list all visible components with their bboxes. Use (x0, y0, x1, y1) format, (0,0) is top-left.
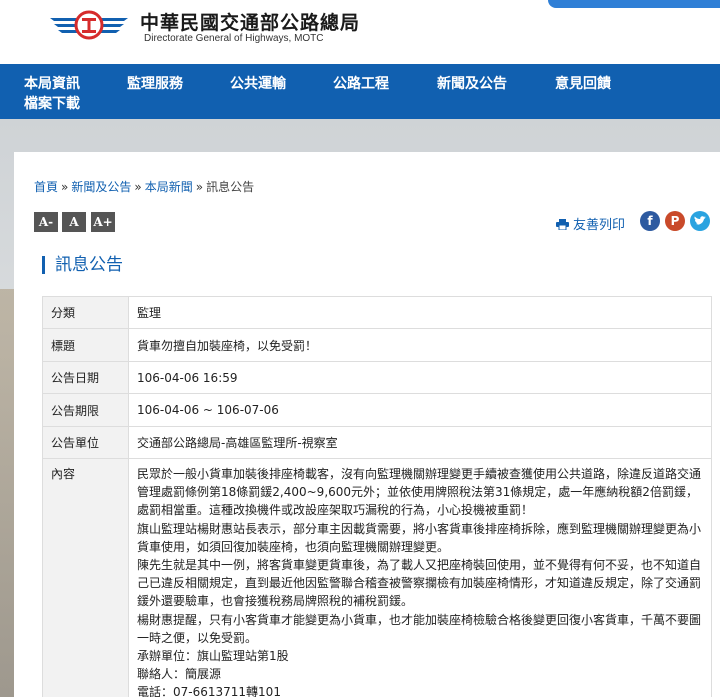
content-contact-unit: 承辦單位：旗山監理站第1股 (137, 649, 289, 664)
unit-value: 交通部公路總局-高雄區監理所-視察室 (128, 426, 712, 459)
content-paragraph: 旗山監理站楊財惠站長表示，部分車主因載貨需要，將小客貨車後排座椅拆除，應到監理機… (137, 521, 702, 554)
title-value: 貨車勿擅自加裝座椅，以免受罰！ (128, 328, 712, 362)
table-row: 標題 貨車勿擅自加裝座椅，以免受罰！ (42, 328, 712, 362)
content-panel: 首頁» 新聞及公告» 本局新聞» 訊息公告 A- A A+ 友善列印 f P 訊息公告… (14, 152, 720, 697)
breadcrumb-home[interactable]: 首頁 (34, 180, 58, 194)
breadcrumb-separator: » (195, 180, 204, 194)
table-row: 公告期限 106-04-06 ~ 106-07-06 (42, 393, 712, 427)
content-paragraph: 楊財惠提醒，只有小客貨車才能變更為小貨車，也才能加裝座椅檢驗合格後變更回復小客貨… (137, 612, 702, 645)
period-value: 106-04-06 ~ 106-07-06 (128, 393, 712, 427)
breadcrumb-separator: » (61, 180, 69, 194)
print-label: 友善列印 (573, 218, 626, 233)
date-label: 公告日期 (42, 361, 129, 394)
nav-item-downloads[interactable]: 檔案下載 (24, 93, 80, 113)
nav-item-about[interactable]: 本局資訊 (24, 73, 80, 93)
content-paragraph: 陳先生就是其中一例，將客貨車變更貨車後，為了載人又把座椅裝回使用，並不覺得有何不… (137, 558, 702, 609)
category-value: 監理 (128, 296, 712, 329)
top-utility-bar (548, 0, 720, 8)
print-button[interactable]: 友善列印 (556, 214, 625, 233)
twitter-icon[interactable] (690, 211, 710, 231)
breadcrumb-bureau-news[interactable]: 本局新聞 (145, 180, 193, 194)
title-label: 標題 (42, 328, 129, 362)
font-size-large-button[interactable]: A+ (91, 212, 115, 232)
nav-item-news[interactable]: 新聞及公告 (437, 73, 507, 93)
dgh-logo-icon[interactable] (48, 6, 130, 42)
nav-item-supervision[interactable]: 監理服務 (127, 73, 183, 93)
plurk-icon[interactable]: P (665, 211, 685, 231)
background-building (0, 289, 14, 697)
content-label: 內容 (42, 458, 129, 697)
table-row: 內容 民眾於一般小貨車加裝後排座椅載客，沒有向監理機關辦理變更手續被查獲使用公共… (42, 458, 712, 697)
breadcrumb-news[interactable]: 新聞及公告 (71, 180, 131, 194)
breadcrumb: 首頁» 新聞及公告» 本局新聞» 訊息公告 (34, 178, 254, 195)
facebook-icon[interactable]: f (640, 211, 660, 231)
nav-item-transit[interactable]: 公共運輸 (230, 73, 286, 93)
table-row: 公告日期 106-04-06 16:59 (42, 361, 712, 394)
content-paragraph: 民眾於一般小貨車加裝後排座椅載客，沒有向監理機關辦理變更手續被查獲使用公共道路，… (137, 467, 702, 518)
breadcrumb-current: 訊息公告 (206, 180, 255, 194)
table-row: 分類 監理 (42, 296, 712, 329)
font-size-small-button[interactable]: A- (34, 212, 58, 232)
printer-icon (556, 219, 569, 231)
site-title[interactable]: 中華民國交通部公路總局 (140, 8, 360, 35)
period-label: 公告期限 (42, 393, 129, 427)
date-value: 106-04-06 16:59 (128, 361, 712, 394)
site-header: 中華民國交通部公路總局 Directorate General of Highw… (0, 0, 720, 64)
unit-label: 公告單位 (42, 426, 129, 459)
site-subtitle: Directorate General of Highways, MOTC (144, 33, 324, 44)
nav-item-engineering[interactable]: 公路工程 (333, 73, 389, 93)
breadcrumb-separator: » (134, 180, 142, 194)
table-row: 公告單位 交通部公路總局-高雄區監理所-視察室 (42, 426, 712, 459)
announcement-table: 分類 監理 標題 貨車勿擅自加裝座椅，以免受罰！ 公告日期 106-04-06 … (42, 296, 712, 697)
content-contact-person: 聯絡人：簡展源 (137, 667, 222, 682)
content-contact-phone: 電話：07-6613711轉101 (137, 685, 281, 697)
page-title: 訊息公告 (42, 256, 123, 274)
category-label: 分類 (42, 296, 129, 329)
nav-item-feedback[interactable]: 意見回饋 (555, 73, 611, 93)
main-nav: 本局資訊 監理服務 公共運輸 公路工程 新聞及公告 意見回饋 檔案下載 (0, 64, 720, 119)
content-value: 民眾於一般小貨車加裝後排座椅載客，沒有向監理機關辦理變更手續被查獲使用公共道路，… (128, 458, 712, 697)
font-size-medium-button[interactable]: A (62, 212, 86, 232)
